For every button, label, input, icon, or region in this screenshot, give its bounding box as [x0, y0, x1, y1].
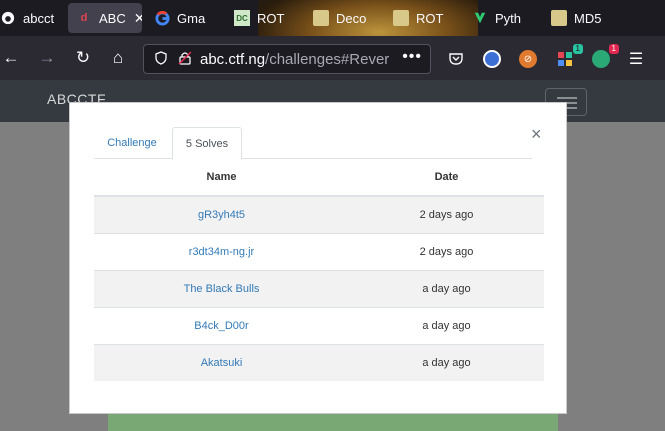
- solve-date: a day ago: [349, 343, 544, 381]
- tab-gmail[interactable]: Gma: [154, 3, 228, 33]
- solve-date: 2 days ago: [349, 195, 544, 233]
- table-header-row: Name Date: [94, 159, 544, 197]
- extension-circle-icon[interactable]: [483, 50, 501, 68]
- page-actions-icon[interactable]: •••: [402, 48, 422, 66]
- extension-puzzle-icon[interactable]: 1: [556, 44, 583, 68]
- tab-abcctf[interactable]: d ABC ✕: [68, 3, 142, 33]
- decoder-icon: [393, 10, 409, 26]
- tab-label: ABC: [99, 10, 126, 26]
- challenge-modal: × Challenge 5 Solves Name Date gR3yh4t5 …: [69, 102, 567, 414]
- tab-rot-2[interactable]: ROT: [393, 3, 459, 33]
- trinket-icon: [472, 10, 488, 26]
- challenge-card-strip: [108, 413, 558, 431]
- team-name-link[interactable]: The Black Bulls: [94, 269, 349, 307]
- column-header-date: Date: [349, 159, 544, 197]
- tab-label: Deco: [336, 10, 367, 26]
- insecure-lock-icon[interactable]: [176, 50, 194, 68]
- url-text: abc.ctf.ng/challenges#Rever: [200, 51, 389, 68]
- google-icon: [154, 10, 170, 26]
- shield-icon[interactable]: [152, 50, 170, 68]
- solve-date: a day ago: [349, 269, 544, 307]
- extension-badge: 1: [572, 44, 583, 54]
- tab-label: abcct: [23, 10, 55, 26]
- decoder-icon: [551, 10, 567, 26]
- blocker-extension-icon[interactable]: ⊘: [519, 50, 537, 68]
- column-header-name: Name: [94, 159, 349, 197]
- modal-tabs: Challenge 5 Solves: [94, 127, 532, 160]
- team-name-link[interactable]: Akatsuki: [94, 343, 349, 381]
- forward-arrow-icon[interactable]: →: [36, 47, 58, 69]
- menu-hamburger-icon[interactable]: ☰: [627, 50, 645, 68]
- tab-python[interactable]: Pyth: [472, 3, 542, 33]
- close-icon[interactable]: ×: [531, 124, 542, 145]
- decoder-icon: [313, 10, 329, 26]
- browser-tab-bar: abcct d ABC ✕ Gma DC ROT Deco ROT Pyth M…: [0, 0, 665, 36]
- team-name-link[interactable]: gR3yh4t5: [94, 195, 349, 233]
- tab-github[interactable]: abcct: [0, 3, 64, 33]
- back-arrow-icon[interactable]: ←: [0, 47, 22, 69]
- solve-date: a day ago: [349, 306, 544, 344]
- extension-badge: 1: [608, 44, 619, 54]
- extension-shield-icon[interactable]: 1: [592, 44, 619, 68]
- close-tab-icon[interactable]: ✕: [134, 10, 142, 27]
- github-icon: [0, 10, 16, 26]
- table-row: gR3yh4t5 2 days ago: [94, 195, 544, 233]
- tab-rot[interactable]: DC ROT: [234, 3, 304, 33]
- pocket-icon[interactable]: [447, 50, 465, 68]
- table-row: Akatsuki a day ago: [94, 343, 544, 381]
- solves-table: Name Date gR3yh4t5 2 days ago r3dt34m-ng…: [94, 159, 544, 381]
- team-name-link[interactable]: r3dt34m-ng.jr: [94, 232, 349, 270]
- tab-label: Gma: [177, 10, 206, 26]
- tab-decoder[interactable]: Deco: [313, 3, 383, 33]
- home-icon[interactable]: ⌂: [107, 47, 129, 69]
- tab-label: MD5: [574, 10, 602, 26]
- tab-solves[interactable]: 5 Solves: [172, 127, 242, 160]
- solve-date: 2 days ago: [349, 232, 544, 270]
- table-row: r3dt34m-ng.jr 2 days ago: [94, 232, 544, 270]
- address-bar[interactable]: abc.ctf.ng/challenges#Rever •••: [143, 44, 431, 74]
- reload-icon[interactable]: ↻: [72, 47, 94, 69]
- tab-md5[interactable]: MD5: [551, 3, 611, 33]
- tab-label: ROT: [257, 10, 285, 26]
- ctf-favicon-icon: d: [80, 12, 88, 24]
- tab-challenge[interactable]: Challenge: [94, 127, 170, 159]
- table-row: B4ck_D00r a day ago: [94, 306, 544, 344]
- table-row: The Black Bulls a day ago: [94, 269, 544, 307]
- dcode-icon: DC: [234, 10, 250, 26]
- url-path: /challenges#Rever: [265, 50, 390, 68]
- tab-label: ROT: [416, 10, 444, 26]
- url-host: abc.ctf.ng: [200, 50, 266, 68]
- tab-label: Pyth: [495, 10, 522, 26]
- team-name-link[interactable]: B4ck_D00r: [94, 306, 349, 344]
